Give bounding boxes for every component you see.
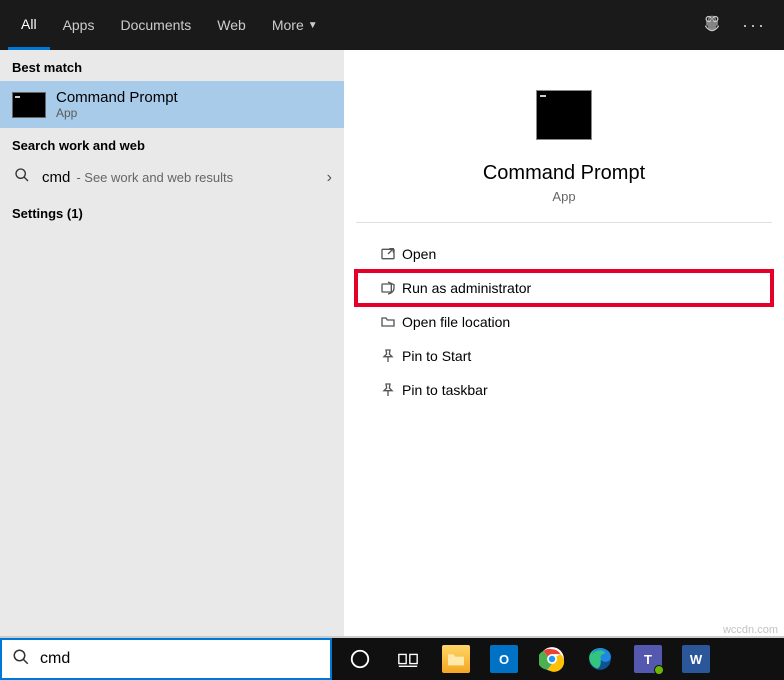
action-pin-taskbar-label: Pin to taskbar [402, 382, 488, 398]
action-open[interactable]: Open [356, 237, 772, 271]
action-pin-to-start[interactable]: Pin to Start [356, 339, 772, 373]
action-open-location-label: Open file location [402, 314, 510, 330]
action-pin-to-taskbar[interactable]: Pin to taskbar [356, 373, 772, 407]
taskbar-task-view[interactable] [386, 638, 430, 680]
taskbar-chrome[interactable] [530, 638, 574, 680]
file-explorer-icon [442, 645, 470, 673]
taskbar-edge[interactable] [578, 638, 622, 680]
start-search-panel: All Apps Documents Web More▼ ··· Best ma… [0, 0, 784, 636]
preview-subtitle: App [552, 189, 575, 204]
taskbar-word[interactable]: W [674, 638, 718, 680]
search-icon [12, 167, 32, 188]
taskbar-cortana[interactable] [338, 638, 382, 680]
pin-start-icon [374, 348, 402, 364]
word-icon: W [682, 645, 710, 673]
chevron-down-icon: ▼ [308, 20, 318, 31]
search-web-query: cmd [42, 169, 70, 186]
folder-icon [374, 314, 402, 330]
outlook-icon: O [490, 645, 518, 673]
tab-web[interactable]: Web [204, 0, 259, 50]
teams-icon: T [634, 645, 662, 673]
tab-documents[interactable]: Documents [107, 0, 204, 50]
search-results-list: Best match Command Prompt App Search wor… [0, 50, 344, 636]
search-tabs: All Apps Documents Web More▼ ··· [0, 0, 784, 50]
feedback-icon[interactable] [702, 14, 722, 37]
tab-apps[interactable]: Apps [50, 0, 108, 50]
action-open-label: Open [402, 246, 436, 262]
taskbar-file-explorer[interactable] [434, 638, 478, 680]
search-icon [12, 648, 30, 671]
result-title: Command Prompt [56, 89, 178, 106]
search-web-hint: - See work and web results [76, 170, 233, 185]
taskbar-teams[interactable]: T [626, 638, 670, 680]
chevron-right-icon: › [327, 169, 332, 187]
action-run-as-administrator[interactable]: Run as administrator [356, 271, 772, 305]
admin-icon [374, 280, 402, 296]
best-match-header: Best match [0, 50, 344, 81]
search-web-header: Search work and web [0, 128, 344, 159]
result-preview-pane: Command Prompt App Open Run as administr… [356, 66, 772, 636]
taskbar: O T W [332, 638, 784, 680]
cmd-preview-icon [536, 90, 592, 140]
open-icon [374, 246, 402, 262]
result-command-prompt[interactable]: Command Prompt App [0, 81, 344, 128]
cmd-icon [12, 92, 46, 118]
chrome-icon [539, 646, 565, 672]
search-web-result[interactable]: cmd - See work and web results › [0, 159, 344, 196]
tab-all[interactable]: All [8, 0, 50, 50]
ellipsis-icon[interactable]: ··· [742, 15, 766, 36]
pin-taskbar-icon [374, 382, 402, 398]
watermark: wccdn.com [723, 624, 778, 636]
edge-icon [587, 646, 613, 672]
result-subtitle: App [56, 106, 178, 120]
action-open-file-location[interactable]: Open file location [356, 305, 772, 339]
action-pin-start-label: Pin to Start [402, 348, 471, 364]
action-run-admin-label: Run as administrator [402, 280, 531, 296]
tab-more[interactable]: More▼ [259, 0, 331, 50]
preview-title: Command Prompt [483, 162, 645, 185]
settings-header[interactable]: Settings (1) [0, 196, 344, 227]
search-box[interactable] [0, 638, 332, 680]
taskbar-outlook[interactable]: O [482, 638, 526, 680]
search-input[interactable] [40, 650, 320, 668]
